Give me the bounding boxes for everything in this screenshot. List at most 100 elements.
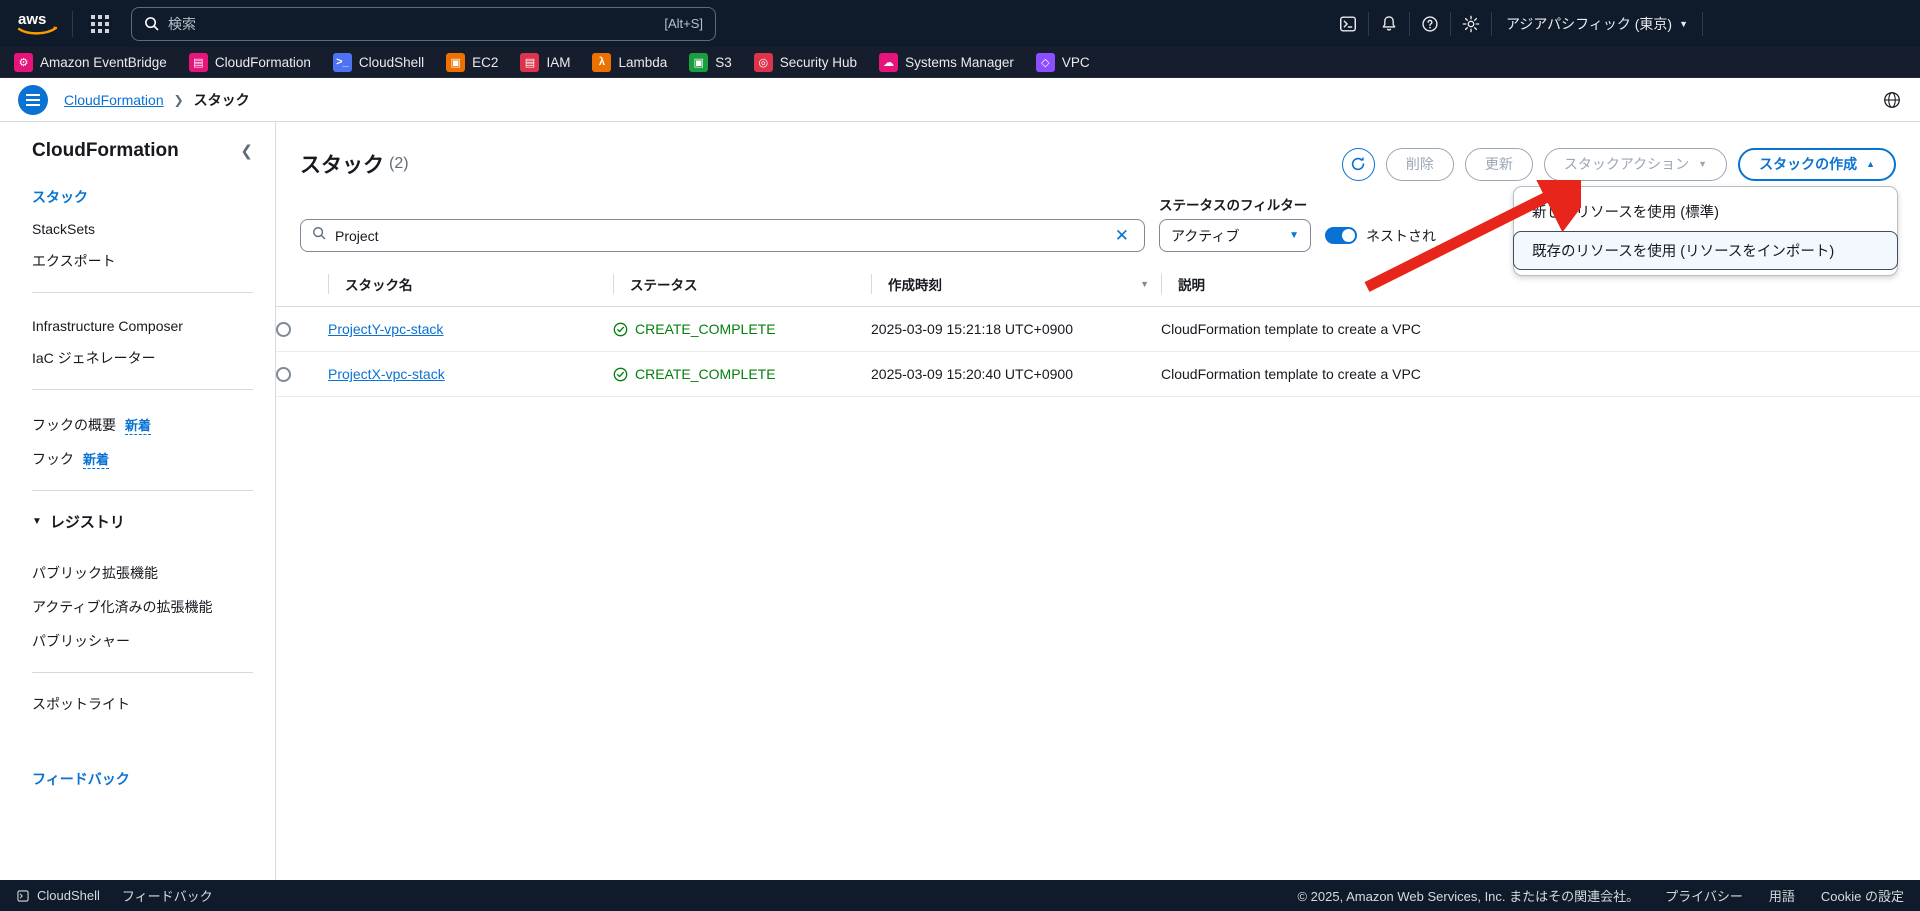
search-shortcut-hint: [Alt+S] — [664, 16, 703, 31]
new-badge: 新着 — [125, 415, 152, 435]
new-badge: 新着 — [83, 449, 110, 469]
sidebar-group-registry[interactable]: ▼ レジストリ — [0, 505, 275, 538]
favorites-bar: ⚙ Amazon EventBridge ▤ CloudFormation >_ Clou… — [0, 47, 1920, 78]
footer-terms-link[interactable]: 用語 — [1769, 886, 1795, 905]
footer-cookie-link[interactable]: Cookie の設定 — [1821, 886, 1904, 905]
stack-name-link[interactable]: ProjectX-vpc-stack — [328, 366, 445, 382]
status-filter-select[interactable]: アクティブ ▼ — [1159, 219, 1311, 252]
favorite-service-vpc[interactable]: ◇ VPC — [1035, 52, 1102, 72]
lambda-icon: λ — [592, 52, 612, 72]
favorite-service-iam[interactable]: ▤ IAM — [520, 52, 582, 72]
page-footer: CloudShell フィードバック © 2025, Amazon Web Se… — [0, 880, 1920, 911]
sidebar-item-iac-ジェネレーター[interactable]: IaC ジェネレーター — [0, 341, 275, 375]
sidebar-item-infrastructure-composer[interactable]: Infrastructure Composer — [0, 311, 275, 341]
aws-logo[interactable]: aws — [14, 9, 62, 39]
favorite-service-security-hub[interactable]: ◎ Security Hub — [753, 52, 869, 72]
stack-actions-button[interactable]: スタックアクション ▼ — [1543, 147, 1728, 181]
sidebar-item-label: パブリック拡張機能 — [32, 565, 158, 581]
stack-name-cell: ProjectX-vpc-stack — [328, 351, 613, 397]
chevron-down-icon: ▼ — [1679, 18, 1688, 29]
sidebar-item-アクティブ化済みの拡張機能[interactable]: アクティブ化済みの拡張機能 — [0, 590, 275, 624]
chevron-right-icon: ❯ — [173, 92, 184, 107]
sidebar-group-tools: Infrastructure Composer IaC ジェネレーター — [0, 311, 275, 375]
sidebar-item-label: Infrastructure Composer — [32, 318, 183, 334]
triangle-down-icon: ▼ — [32, 516, 42, 527]
breadcrumb-root-link[interactable]: CloudFormation — [64, 92, 164, 108]
footer-privacy-link[interactable]: プライバシー — [1665, 886, 1743, 905]
footer-feedback-link[interactable]: フィードバック — [122, 886, 213, 905]
sidebar-feedback-link[interactable]: フィードバック — [0, 759, 275, 799]
question-icon[interactable] — [1410, 0, 1450, 47]
sidebar-item-stacksets[interactable]: StackSets — [0, 214, 275, 244]
global-search-input[interactable]: 検索 [Alt+S] — [131, 6, 716, 41]
sidebar-item-パブリッシャー[interactable]: パブリッシャー — [0, 624, 275, 658]
ec2-icon: ▣ — [446, 52, 466, 72]
sidebar-item-パブリック拡張機能[interactable]: パブリック拡張機能 — [0, 556, 275, 590]
sidebar-item-フック[interactable]: フック 新着 — [0, 442, 275, 476]
clear-search-icon[interactable]: ✕ — [1111, 226, 1133, 246]
nested-stacks-toggle[interactable] — [1325, 227, 1357, 244]
table-search-input[interactable]: Project ✕ — [300, 219, 1145, 252]
status-filter-value: アクティブ — [1171, 227, 1240, 244]
stacks-table-body: ProjectY-vpc-stack CREATE_COMPLETE 2025-03… — [276, 306, 1920, 397]
update-button[interactable]: 更新 — [1464, 147, 1533, 181]
hamburger-menu-icon[interactable] — [18, 84, 48, 115]
breadcrumb-bar: CloudFormation ❯ スタック — [0, 78, 1920, 122]
stack-name-link[interactable]: ProjectY-vpc-stack — [328, 321, 443, 337]
sidebar-group-registry-items: パブリック拡張機能アクティブ化済みの拡張機能パブリッシャー — [0, 556, 275, 658]
favorite-service-s3[interactable]: ▣ S3 — [689, 52, 744, 72]
breadcrumb-current: スタック — [193, 91, 250, 108]
account-menu-redacted[interactable] — [1717, 16, 1892, 32]
sidebar-divider — [32, 389, 253, 390]
dropdown-item-0[interactable]: 新しいリソースを使用 (標準) — [1514, 192, 1897, 231]
sidebar-item-エクスポート[interactable]: エクスポート — [0, 244, 275, 278]
favorite-service-systems-manager[interactable]: ☁ Systems Manager — [879, 52, 1026, 72]
footer-cloudshell-button[interactable]: CloudShell — [16, 888, 100, 903]
sidebar-item-フックの概要[interactable]: フックの概要 新着 — [0, 408, 275, 442]
status-badge: CREATE_COMPLETE — [613, 321, 871, 337]
favorite-service-amazon-eventbridge[interactable]: ⚙ Amazon EventBridge — [14, 52, 179, 72]
status-filter: ステータスのフィルター アクティブ ▼ — [1159, 194, 1311, 252]
create-stack-button[interactable]: スタックの作成 ▲ — [1738, 147, 1896, 181]
sort-descending-icon: ▼ — [1140, 279, 1149, 289]
row-radio-button[interactable] — [276, 366, 291, 382]
sidebar-item-spotlight[interactable]: スポットライト — [0, 687, 275, 721]
footer-cloudshell-label: CloudShell — [37, 888, 100, 903]
sidebar-item-label: フックの概要 — [32, 417, 116, 433]
stack-actions-label: スタックアクション — [1563, 156, 1690, 172]
footer-left: CloudShell フィードバック — [16, 886, 213, 905]
th-status[interactable]: ステータス — [613, 266, 871, 307]
refresh-button[interactable] — [1341, 147, 1375, 181]
favorite-service-label: IAM — [546, 54, 571, 70]
dropdown-item-1[interactable]: 既存のリソースを使用 (リソースをインポート) — [1513, 230, 1898, 270]
created-time-cell: 2025-03-09 15:21:18 UTC+0900 — [871, 306, 1161, 352]
column-header-label: スタック名 — [345, 278, 413, 293]
table-row[interactable]: ProjectX-vpc-stack CREATE_COMPLETE 2025-03… — [276, 351, 1920, 397]
region-selector[interactable]: アジアパシフィック (東京) ▼ — [1492, 0, 1702, 47]
gear-icon[interactable] — [1451, 0, 1491, 47]
cloudformation-icon: ▤ — [188, 52, 208, 72]
sidebar-item-label: アクティブ化済みの拡張機能 — [32, 599, 213, 615]
status-badge: CREATE_COMPLETE — [613, 366, 871, 382]
th-created-time[interactable]: 作成時刻 ▼ — [871, 266, 1161, 307]
created-time-cell: 2025-03-09 15:20:40 UTC+0900 — [871, 351, 1161, 397]
region-label: アジアパシフィック (東京) — [1505, 15, 1673, 32]
row-radio-button[interactable] — [276, 321, 291, 337]
favorite-service-cloudformation[interactable]: ▤ CloudFormation — [188, 52, 323, 72]
description-cell: CloudFormation template to create a VPC — [1161, 306, 1920, 352]
sidebar-item-スタック[interactable]: スタック — [0, 180, 275, 214]
th-stack-name[interactable]: スタック名 — [328, 266, 613, 307]
nested-stacks-toggle-label: ネストされ — [1366, 227, 1436, 244]
delete-button[interactable]: 削除 — [1385, 147, 1454, 181]
bell-icon[interactable] — [1369, 0, 1409, 47]
sidebar-item-label: エクスポート — [32, 253, 116, 269]
table-row[interactable]: ProjectY-vpc-stack CREATE_COMPLETE 2025-03… — [276, 306, 1920, 352]
favorite-service-label: CloudFormation — [214, 54, 311, 70]
favorite-service-lambda[interactable]: λ Lambda — [592, 52, 679, 72]
region-globe-icon[interactable] — [1882, 90, 1902, 110]
app-grid-icon[interactable] — [83, 7, 117, 41]
favorite-service-ec2[interactable]: ▣ EC2 — [446, 52, 510, 72]
cloudshell-icon[interactable] — [1328, 0, 1368, 47]
collapse-sidebar-icon[interactable]: ❮ — [240, 142, 253, 160]
favorite-service-cloudshell[interactable]: >_ CloudShell — [332, 52, 436, 72]
